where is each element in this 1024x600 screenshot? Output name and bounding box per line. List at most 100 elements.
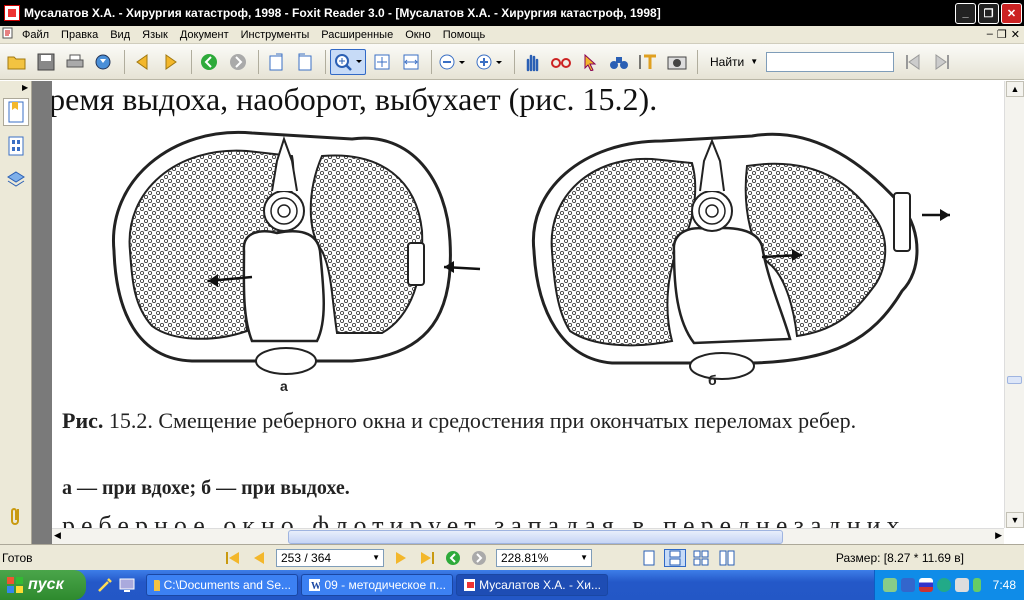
find-input[interactable] — [766, 51, 895, 72]
quick-launch-desktop-icon[interactable] — [118, 576, 136, 594]
select-arrow-icon[interactable] — [577, 49, 603, 75]
page-thumbnails-icon[interactable] — [3, 132, 29, 160]
status-forward-icon[interactable] — [468, 549, 490, 567]
text-tool-icon[interactable] — [635, 49, 661, 75]
scroll-left-button[interactable]: ◀ — [54, 530, 61, 541]
save-icon[interactable] — [33, 49, 59, 75]
svg-text:W: W — [311, 581, 320, 592]
main-toolbar: Найти ▼ — [0, 44, 1024, 80]
mdi-close-button[interactable]: ✕ — [1011, 28, 1020, 41]
zoom-dropdown-icon[interactable]: ▼ — [580, 553, 591, 562]
zoom-out-icon[interactable] — [436, 49, 470, 75]
foxit-app-icon[interactable] — [4, 5, 20, 21]
find-dropdown-icon[interactable]: ▼ — [750, 57, 758, 66]
status-ready: Готов — [2, 550, 33, 565]
zoom-level-field[interactable]: 228.81% ▼ — [496, 548, 592, 567]
close-button[interactable]: ✕ — [1001, 2, 1022, 24]
layers-icon[interactable] — [3, 166, 29, 194]
horizontal-scrollbar[interactable]: ◀ ▶ — [52, 528, 1004, 544]
next-page-status-icon[interactable] — [390, 549, 412, 567]
continuous-view-icon[interactable] — [664, 548, 686, 567]
vertical-scrollbar[interactable]: ▲ ▼ — [1004, 81, 1024, 528]
system-tray: 7:48 — [873, 570, 1024, 600]
status-back-icon[interactable] — [442, 549, 464, 567]
doc-icon[interactable] — [0, 27, 16, 42]
page-number-value: 253 / 364 — [281, 550, 332, 565]
print-icon[interactable] — [62, 49, 88, 75]
open-folder-icon[interactable] — [4, 49, 30, 75]
menu-tools[interactable]: Инструменты — [235, 29, 316, 41]
toolbar-separator — [258, 49, 259, 74]
tray-battery-icon[interactable] — [972, 578, 981, 592]
taskbar-item-foxit[interactable]: Мусалатов Х.А. - Хи... — [456, 574, 608, 596]
fit-width-icon[interactable] — [398, 49, 424, 75]
scroll-thumb[interactable] — [1007, 376, 1022, 384]
scroll-down-button[interactable]: ▼ — [1006, 512, 1024, 528]
menu-document[interactable]: Документ — [174, 29, 235, 41]
restore-button[interactable]: ❐ — [978, 2, 999, 24]
tray-clock: 7:48 — [992, 578, 1016, 592]
scroll-right-button[interactable]: ▶ — [995, 530, 1002, 541]
taskbar-item-word[interactable]: W 09 - методическое п... — [301, 574, 453, 596]
menu-view[interactable]: Вид — [104, 29, 136, 41]
attachments-paperclip-icon[interactable] — [3, 502, 29, 530]
word-document-icon: W — [309, 579, 321, 592]
taskbar-item-explorer[interactable]: C:\Documents and Se... — [146, 574, 298, 596]
zoom-tool-icon[interactable] — [330, 48, 366, 75]
back-icon[interactable] — [196, 49, 222, 75]
caption-text: 15.2. Смещение реберного окна и средосте… — [103, 408, 857, 433]
mdi-restore-button[interactable]: ❐ — [997, 28, 1007, 41]
facing-view-icon[interactable] — [690, 549, 712, 567]
zoom-in-icon[interactable] — [473, 49, 507, 75]
page-number-field[interactable]: 253 / 364 ▼ — [276, 548, 384, 567]
previous-page-icon[interactable] — [129, 49, 155, 75]
single-page-view-icon[interactable] — [638, 549, 660, 567]
find-next-icon[interactable] — [929, 49, 955, 75]
tray-volume-icon[interactable] — [954, 578, 969, 592]
start-button[interactable]: пуск — [0, 570, 86, 600]
snapshot-camera-icon[interactable] — [664, 49, 690, 75]
menu-window[interactable]: Окно — [399, 29, 437, 41]
figure-label-b: б — [708, 372, 717, 388]
menu-file[interactable]: Файл — [16, 29, 55, 41]
fit-page-icon[interactable] — [369, 49, 395, 75]
figure-subcaption: а — при вдохе; б — при выдохе. — [62, 477, 350, 499]
toolbar-separator — [325, 49, 326, 74]
last-page-icon[interactable] — [416, 549, 438, 567]
menu-advanced[interactable]: Расширенные — [315, 29, 399, 41]
glasses-icon[interactable] — [548, 49, 574, 75]
rotate-right-icon[interactable] — [292, 49, 318, 75]
toolbar-separator — [124, 49, 125, 74]
hand-tool-icon[interactable] — [519, 49, 545, 75]
forward-icon[interactable] — [225, 49, 251, 75]
minimize-button[interactable]: _ — [955, 2, 976, 24]
menu-help[interactable]: Помощь — [437, 29, 492, 41]
tray-antivirus-icon[interactable] — [936, 578, 951, 592]
caption-prefix: Рис. — [62, 408, 104, 433]
quick-launch-tool-icon[interactable] — [96, 576, 114, 594]
mdi-minimize-button[interactable]: – — [987, 28, 993, 41]
rotate-left-icon[interactable] — [263, 49, 289, 75]
next-page-icon[interactable] — [158, 49, 184, 75]
menu-bar: Файл Правка Вид Язык Документ Инструмент… — [0, 26, 1024, 44]
panel-divider[interactable] — [32, 81, 52, 544]
tray-bluetooth-icon[interactable] — [900, 578, 915, 592]
document-view[interactable]: время выдоха, наоборот, выбухает (рис. 1… — [52, 81, 1004, 528]
find-previous-icon[interactable] — [900, 49, 926, 75]
page-dropdown-icon[interactable]: ▼ — [372, 553, 383, 562]
windows-taskbar: пуск C:\Documents and Se... W 09 - методи… — [0, 570, 1024, 600]
first-page-icon[interactable] — [222, 549, 244, 567]
tray-network-icon[interactable] — [882, 578, 897, 592]
horizontal-scroll-thumb[interactable] — [288, 530, 783, 544]
binoculars-icon[interactable] — [606, 49, 632, 75]
email-globe-icon[interactable] — [91, 49, 117, 75]
menu-edit[interactable]: Правка — [55, 29, 104, 41]
menu-language[interactable]: Язык — [136, 29, 174, 41]
prev-page-icon[interactable] — [248, 549, 270, 567]
diagram-b-expiration — [531, 132, 950, 380]
continuous-facing-view-icon[interactable] — [716, 549, 738, 567]
panel-expand-icon[interactable]: ▶ — [0, 81, 31, 92]
bookmarks-icon[interactable] — [3, 98, 29, 126]
tray-language-flag-icon[interactable] — [918, 578, 933, 592]
scroll-up-button[interactable]: ▲ — [1006, 81, 1024, 97]
